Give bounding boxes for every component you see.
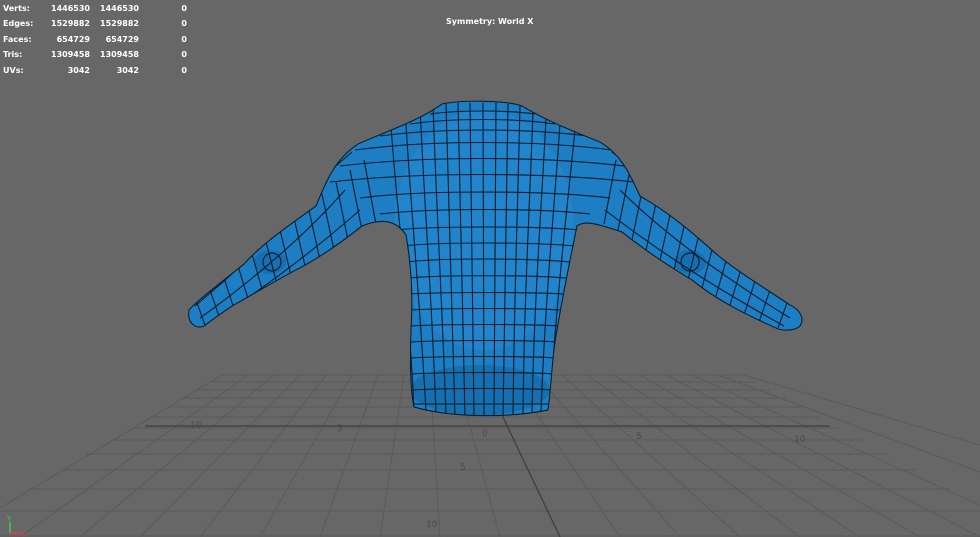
grid-label-center-0: 0 [482,429,488,439]
hud-label: UVs: [3,65,24,75]
hud-value-v2: 1446530 [100,3,139,13]
hud-row: Faces: 654729 654729 0 [3,32,187,48]
grid-label-right-5: 5 [636,432,642,442]
hud-label: Faces: [3,34,32,44]
hud-value-v1: 3042 [67,65,90,75]
3d-viewport[interactable]: 10 5 0 5 10 5 10 Y X [0,0,980,537]
grid-label-near-5: 5 [460,463,466,473]
hud-value-v2: 654729 [105,34,139,44]
hud-value-v3: 0 [181,65,187,75]
hud-value-v2: 3042 [116,65,139,75]
hud-row: UVs: 3042 3042 0 [3,63,187,79]
grid-label-near-10: 10 [426,520,438,530]
hud-value-v1: 1446530 [51,3,90,13]
hud-row: Edges: 1529882 1529882 0 [3,17,187,33]
hud-value-v2: 1309458 [100,50,139,60]
axis-y-label: Y [6,515,12,523]
hud-value-v3: 0 [181,3,187,13]
hud-label: Edges: [3,19,34,29]
axis-x-label: X [21,530,26,537]
symmetry-status: Symmetry: World X [446,17,534,26]
hud-value-v1: 1529882 [51,19,90,29]
hud-value-v3: 0 [181,19,187,29]
hud-label: Tris: [3,50,23,60]
grid-label-left-10: 10 [190,421,202,431]
hud-row: Verts: 1446530 1446530 0 [3,1,187,17]
hud-row: Tris: 1309458 1309458 0 [3,48,187,64]
hud-value-v1: 654729 [56,34,90,44]
hud-value-v2: 1529882 [100,19,139,29]
hud-value-v3: 0 [181,50,187,60]
hud-value-v3: 0 [181,34,187,44]
grid-label-right-10: 10 [794,435,806,445]
poly-count-hud: Verts: 1446530 1446530 0 Edges: 1529882 152988… [3,1,187,79]
hud-value-v1: 1309458 [51,50,90,60]
hud-label: Verts: [3,3,30,13]
grid-label-left-5: 5 [337,424,343,434]
